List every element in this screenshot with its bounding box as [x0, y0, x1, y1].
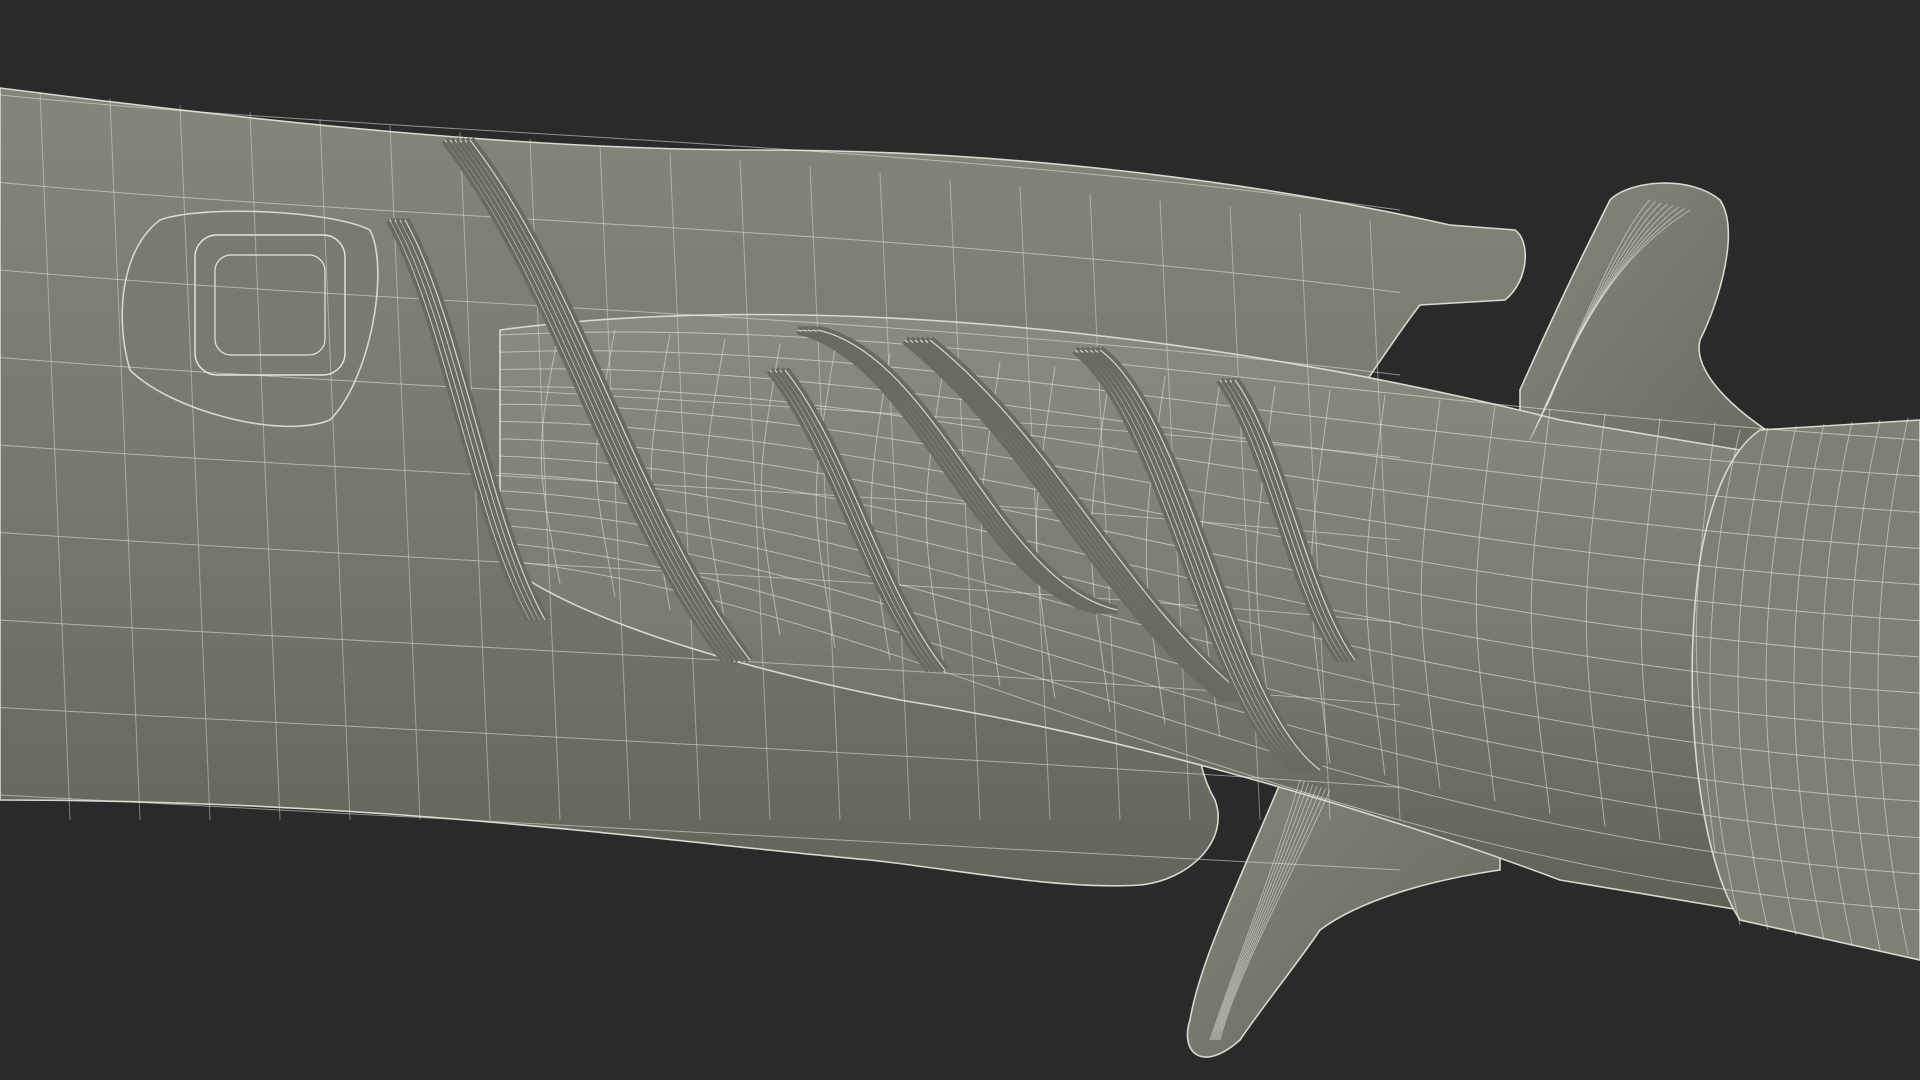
render-viewport [0, 0, 1920, 1080]
pommel-cap [1691, 419, 1920, 961]
wireframe-scene [0, 87, 1920, 1058]
